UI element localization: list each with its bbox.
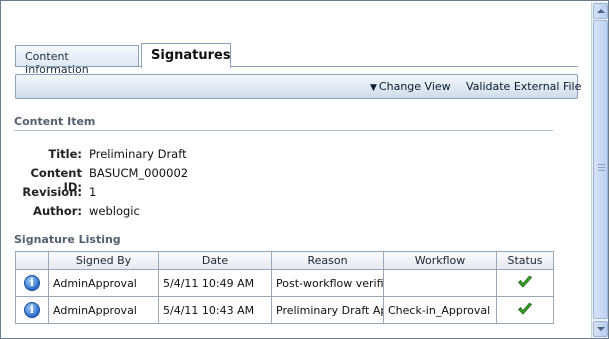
change-view-label: Change View (378, 80, 451, 93)
signed-by-cell: AdminApproval (48, 269, 159, 297)
content-item-divider (14, 130, 553, 131)
row-icon-cell: i (15, 296, 49, 324)
grip-line (598, 170, 605, 171)
signature-table: Signed By Date Reason Workflow Status i … (15, 251, 554, 324)
field-value: weblogic (89, 204, 140, 218)
content-item-heading: Content Item (14, 115, 96, 128)
toolbar: ▼ Change View Validate External File (15, 74, 581, 99)
window-frame: Content Information Signatures ▼ Change V… (0, 0, 609, 339)
field-author: Author: weblogic (12, 204, 312, 220)
column-header-reason[interactable]: Reason (271, 251, 384, 270)
field-value: 1 (89, 185, 97, 199)
arrow-down-icon (597, 327, 605, 331)
reason-cell: Preliminary Draft App (271, 296, 384, 324)
tab-divider (15, 66, 578, 67)
field-label: Revision: (22, 185, 82, 199)
check-icon (517, 301, 533, 315)
column-header-signed-by[interactable]: Signed By (48, 251, 159, 270)
field-value: Preliminary Draft (89, 147, 187, 161)
status-cell (496, 296, 554, 324)
reason-cell: Post-workflow verific (271, 269, 384, 297)
tab-signatures[interactable]: Signatures (141, 43, 231, 68)
column-header-status[interactable]: Status (496, 251, 554, 270)
tab-bar: Content Information Signatures (15, 43, 578, 76)
field-label: Title: (48, 147, 82, 161)
chevron-down-icon: ▼ (370, 83, 377, 93)
table-header-row: Signed By Date Reason Workflow Status (15, 251, 554, 270)
content-panel: Content Information Signatures ▼ Change V… (2, 2, 590, 338)
column-header-icon (15, 251, 49, 270)
scroll-down-button[interactable] (593, 321, 608, 337)
field-title: Title: Preliminary Draft (12, 147, 312, 163)
column-header-date[interactable]: Date (158, 251, 272, 270)
workflow-cell: Check-in_Approval (383, 296, 497, 324)
tab-content-information[interactable]: Content Information (15, 45, 139, 76)
arrow-up-icon (597, 9, 605, 13)
date-cell: 5/4/11 10:43 AM (158, 296, 272, 324)
scrollbar-thumb[interactable] (593, 20, 608, 319)
field-revision: Revision: 1 (12, 185, 312, 201)
grip-line (598, 167, 605, 168)
table-row: i AdminApproval 5/4/11 10:49 AM Post-wor… (15, 269, 554, 297)
signed-by-cell: AdminApproval (48, 296, 159, 324)
field-label: Author: (33, 204, 82, 218)
info-icon[interactable]: i (24, 275, 40, 291)
date-cell: 5/4/11 10:49 AM (158, 269, 272, 297)
field-content-id: Content ID: BASUCM_000002 (12, 166, 312, 194)
status-cell (496, 269, 554, 297)
validate-external-file-button[interactable]: Validate External File (466, 80, 581, 93)
signature-listing-heading: Signature Listing (14, 233, 121, 246)
column-header-workflow[interactable]: Workflow (383, 251, 497, 270)
info-icon[interactable]: i (24, 302, 40, 318)
scroll-up-button[interactable] (593, 3, 608, 19)
workflow-cell (383, 269, 497, 297)
grip-line (598, 164, 605, 165)
field-value: BASUCM_000002 (89, 166, 189, 180)
row-icon-cell: i (15, 269, 49, 297)
check-icon (517, 274, 533, 288)
table-row: i AdminApproval 5/4/11 10:43 AM Prelimin… (15, 296, 554, 324)
change-view-button[interactable]: ▼ Change View (370, 80, 451, 93)
vertical-scrollbar[interactable] (591, 2, 608, 338)
